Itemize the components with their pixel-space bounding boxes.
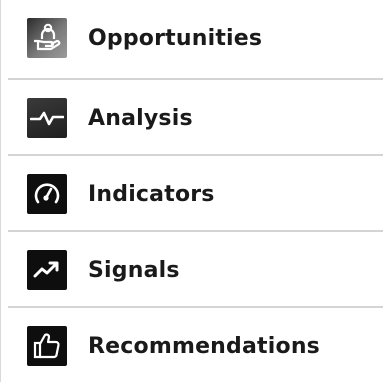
trending-up-arrow-icon [27, 250, 67, 290]
menu-item-signals[interactable]: Signals [8, 232, 383, 308]
menu-item-indicators[interactable]: Indicators [8, 156, 383, 232]
menu-item-label: Opportunities [88, 25, 263, 51]
menu-item-recommendations[interactable]: Recommendations [8, 308, 383, 382]
menu-item-analysis[interactable]: Analysis [8, 80, 383, 156]
menu-item-label: Signals [88, 257, 180, 283]
speedometer-gauge-icon [27, 174, 67, 214]
menu-item-label: Recommendations [88, 333, 320, 359]
thumbs-up-icon [27, 326, 67, 366]
pulse-line-icon [27, 98, 67, 138]
menu-item-label: Analysis [88, 105, 193, 131]
menu-item-label: Indicators [88, 181, 215, 207]
hand-with-person-icon [27, 18, 67, 58]
side-menu: Opportunities Analysis Indicators Signal… [0, 0, 383, 382]
menu-item-opportunities[interactable]: Opportunities [8, 0, 383, 76]
